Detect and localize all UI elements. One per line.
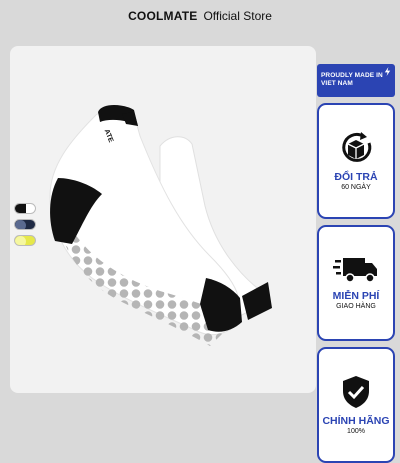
shield-check-icon [343,376,369,408]
feature-panel: PROUDLY MADE IN VIET NAM ĐỔI TRẢ 60 NGÀY… [317,64,395,463]
badge-shipping-subtitle: GIAO HÀNG [336,303,376,310]
swatch-navy[interactable] [14,219,36,230]
store-label: Official Store [203,9,272,23]
badge-return-title: ĐỔI TRẢ [334,171,378,183]
delivery-truck-icon [333,258,377,283]
return-box-icon [342,132,372,162]
product-image: ATE [10,46,316,393]
badge-shipping: MIỄN PHÍ GIAO HÀNG [317,225,395,341]
swatch-yellow[interactable] [14,235,36,246]
made-in-line2: VIET NAM [321,80,353,87]
bolt-icon [384,67,391,76]
made-in-line1: PROUDLY MADE IN [321,72,383,79]
brand-logo: COOLMATE [128,9,198,23]
badge-shipping-title: MIỄN PHÍ [332,290,380,302]
badge-authentic-title: CHÍNH HÃNG [322,415,390,427]
swatch-white[interactable] [14,203,36,214]
made-in-banner: PROUDLY MADE IN VIET NAM [317,64,395,97]
sock-illustration: ATE [49,105,272,346]
badge-return-subtitle: 60 NGÀY [341,184,371,191]
store-header: COOLMATE Official Store [0,0,400,32]
badge-return: ĐỔI TRẢ 60 NGÀY [317,103,395,219]
badge-authentic: CHÍNH HÃNG 100% [317,347,395,463]
badge-authentic-subtitle: 100% [347,428,365,435]
